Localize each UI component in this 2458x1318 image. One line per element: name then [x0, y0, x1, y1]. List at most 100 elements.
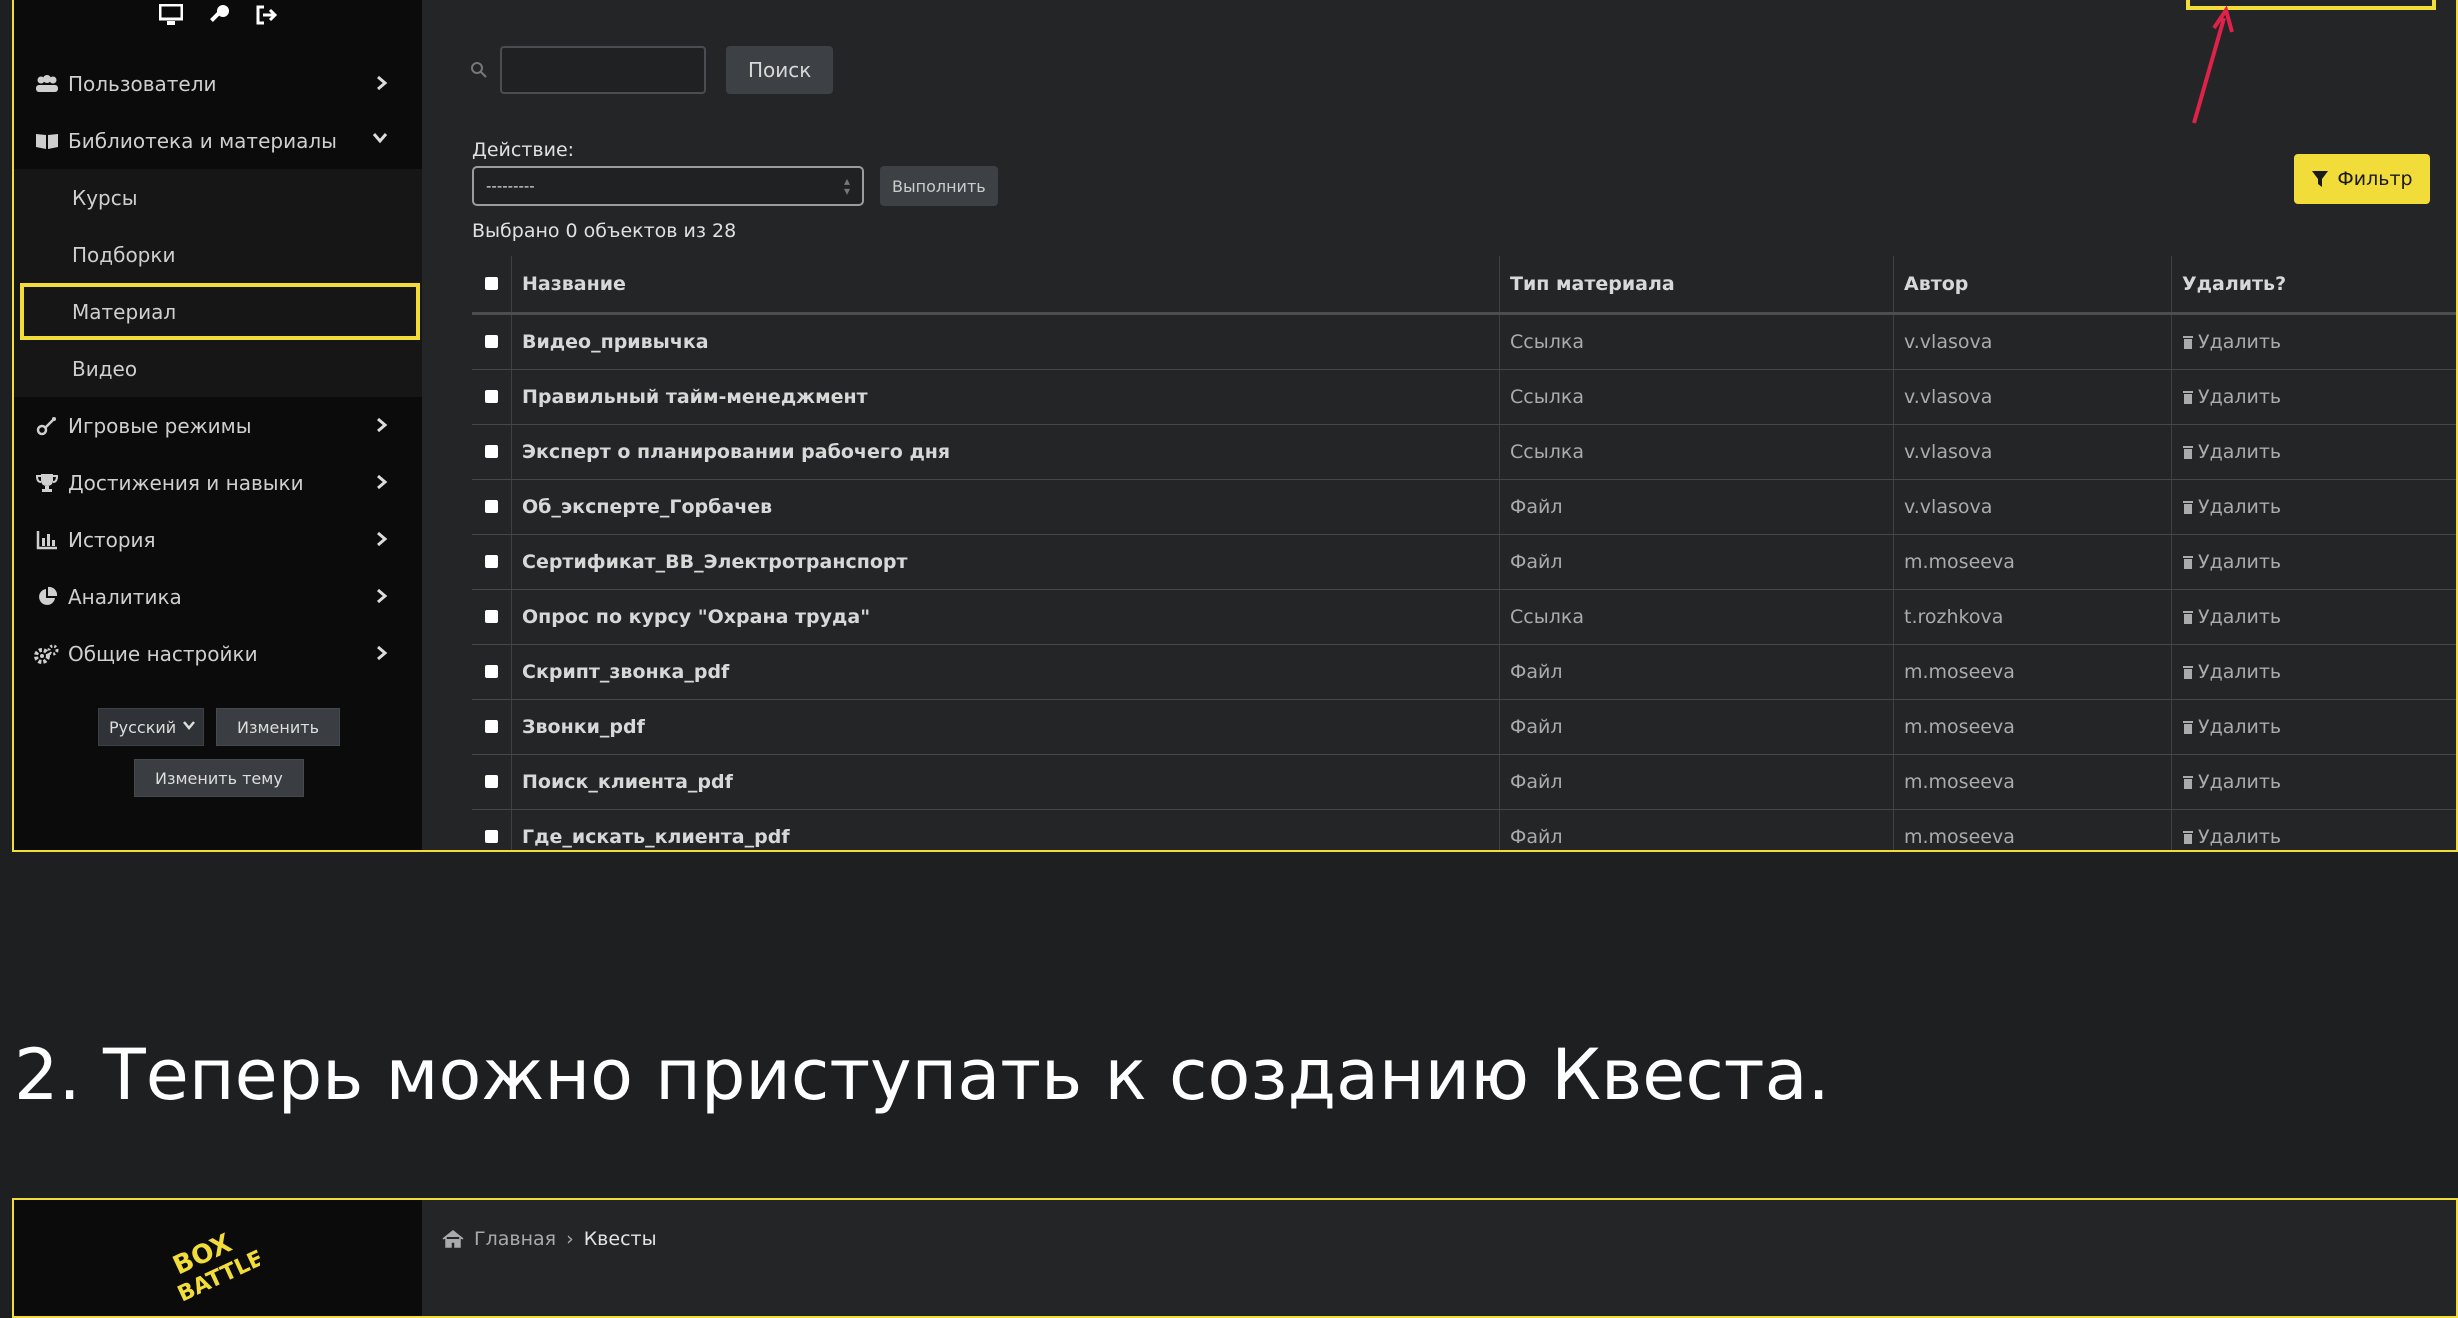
sidebar-menu: Пользователи Библиотека и материалы Курс…: [14, 55, 422, 682]
sidebar-item-achievements[interactable]: Достижения и навыки: [14, 454, 422, 511]
row-name-link[interactable]: Поиск_клиента_pdf: [512, 755, 1500, 810]
row-checkbox[interactable]: [485, 610, 498, 623]
row-name-link[interactable]: Опрос по курсу "Охрана труда": [512, 590, 1500, 645]
delete-link[interactable]: Удалить: [2182, 661, 2281, 683]
row-delete-cell: Удалить: [2172, 425, 2458, 480]
search-button[interactable]: Поиск: [726, 46, 833, 94]
row-checkbox-cell[interactable]: [472, 370, 512, 425]
delete-link[interactable]: Удалить: [2182, 771, 2281, 793]
chevron-right-icon: [376, 474, 388, 490]
run-action-button[interactable]: Выполнить: [880, 166, 998, 206]
row-checkbox[interactable]: [485, 500, 498, 513]
select-all-checkbox-cell[interactable]: [472, 256, 512, 314]
box-battle-logo: BOX BATTLE: [164, 1232, 260, 1302]
row-delete-cell: Удалить: [2172, 590, 2458, 645]
submenu-item-collections[interactable]: Подборки: [14, 226, 422, 283]
row-checkbox-cell[interactable]: [472, 645, 512, 700]
home-icon: [442, 1230, 464, 1248]
row-checkbox-cell[interactable]: [472, 425, 512, 480]
row-name-link[interactable]: Эксперт о планировании рабочего дня: [512, 425, 1500, 480]
sidebar-item-library[interactable]: Библиотека и материалы: [14, 112, 422, 169]
submenu-item-material[interactable]: Материал: [20, 283, 420, 340]
sidebar-item-game-modes[interactable]: Игровые режимы: [14, 397, 422, 454]
header-author[interactable]: Автор: [1894, 256, 2172, 314]
row-type: Файл: [1500, 810, 1894, 853]
row-author: m.moseeva: [1894, 810, 2172, 853]
row-checkbox-cell[interactable]: [472, 590, 512, 645]
trash-icon: [2182, 335, 2194, 349]
trash-icon: [2182, 720, 2194, 734]
row-name-link[interactable]: Скрипт_звонка_pdf: [512, 645, 1500, 700]
row-checkbox[interactable]: [485, 775, 498, 788]
row-delete-cell: Удалить: [2172, 700, 2458, 755]
row-checkbox[interactable]: [485, 830, 498, 843]
sidebar-item-label: Аналитика: [68, 585, 182, 609]
row-checkbox-cell[interactable]: [472, 314, 512, 370]
select-all-checkbox[interactable]: [485, 277, 498, 290]
delete-link[interactable]: Удалить: [2182, 386, 2281, 408]
row-checkbox[interactable]: [485, 335, 498, 348]
trash-icon: [2182, 555, 2194, 569]
filter-button[interactable]: Фильтр: [2294, 154, 2430, 204]
sidebar-item-analytics[interactable]: Аналитика: [14, 568, 422, 625]
delete-link[interactable]: Удалить: [2182, 606, 2281, 628]
sidebar-item-history[interactable]: История: [14, 511, 422, 568]
logout-icon[interactable]: [255, 4, 277, 26]
key-icon[interactable]: [208, 4, 230, 26]
delete-link[interactable]: Удалить: [2182, 551, 2281, 573]
sidebar-item-label: Библиотека и материалы: [68, 129, 337, 153]
delete-label: Удалить: [2198, 331, 2281, 353]
row-checkbox[interactable]: [485, 445, 498, 458]
change-theme-button[interactable]: Изменить тему: [134, 759, 304, 797]
row-checkbox-cell[interactable]: [472, 700, 512, 755]
row-checkbox-cell[interactable]: [472, 535, 512, 590]
row-type: Файл: [1500, 755, 1894, 810]
selected-count: Выбрано 0 объектов из 28: [472, 220, 736, 242]
row-checkbox[interactable]: [485, 720, 498, 733]
row-type: Ссылка: [1500, 314, 1894, 370]
row-checkbox[interactable]: [485, 665, 498, 678]
row-checkbox-cell[interactable]: [472, 755, 512, 810]
table-row: Эксперт о планировании рабочего дняСсылк…: [472, 425, 2458, 480]
table-row: Правильный тайм-менеджментСсылкаv.vlasov…: [472, 370, 2458, 425]
row-delete-cell: Удалить: [2172, 314, 2458, 370]
row-name-link[interactable]: Где_искать_клиента_pdf: [512, 810, 1500, 853]
delete-link[interactable]: Удалить: [2182, 441, 2281, 463]
delete-link[interactable]: Удалить: [2182, 826, 2281, 848]
delete-label: Удалить: [2198, 661, 2281, 683]
sidebar-item-label: История: [68, 528, 156, 552]
action-select[interactable]: --------- ▴▾: [472, 166, 864, 206]
delete-label: Удалить: [2198, 826, 2281, 848]
row-checkbox[interactable]: [485, 390, 498, 403]
delete-link[interactable]: Удалить: [2182, 331, 2281, 353]
header-type[interactable]: Тип материала: [1500, 256, 1894, 314]
users-icon: [34, 73, 60, 95]
row-checkbox[interactable]: [485, 555, 498, 568]
row-name-link[interactable]: Об_эксперте_Горбачев: [512, 480, 1500, 535]
monitor-icon[interactable]: [159, 4, 183, 26]
sidebar-item-label: Достижения и навыки: [68, 471, 304, 495]
change-language-button[interactable]: Изменить: [216, 708, 340, 746]
row-delete-cell: Удалить: [2172, 645, 2458, 700]
row-name-link[interactable]: Видео_привычка: [512, 314, 1500, 370]
sidebar-item-settings[interactable]: Общие настройки: [14, 625, 422, 682]
updown-icon: ▴▾: [844, 176, 850, 196]
gears-icon: [34, 643, 60, 665]
delete-link[interactable]: Удалить: [2182, 716, 2281, 738]
delete-link[interactable]: Удалить: [2182, 496, 2281, 518]
row-type: Ссылка: [1500, 590, 1894, 645]
search-input[interactable]: [500, 46, 706, 94]
row-checkbox-cell[interactable]: [472, 810, 512, 853]
header-name[interactable]: Название: [512, 256, 1500, 314]
row-name-link[interactable]: Сертификат_ВВ_Электротранспорт: [512, 535, 1500, 590]
table-row: Сертификат_ВВ_ЭлектротранспортФайлm.mose…: [472, 535, 2458, 590]
breadcrumb-home[interactable]: Главная: [474, 1228, 556, 1250]
row-name-link[interactable]: Правильный тайм-менеджмент: [512, 370, 1500, 425]
submenu-item-courses[interactable]: Курсы: [14, 169, 422, 226]
language-select[interactable]: Русский: [98, 708, 204, 746]
submenu-item-video[interactable]: Видео: [14, 340, 422, 397]
row-name-link[interactable]: Звонки_pdf: [512, 700, 1500, 755]
sidebar-item-users[interactable]: Пользователи: [14, 55, 422, 112]
row-checkbox-cell[interactable]: [472, 480, 512, 535]
row-author: v.vlasova: [1894, 314, 2172, 370]
